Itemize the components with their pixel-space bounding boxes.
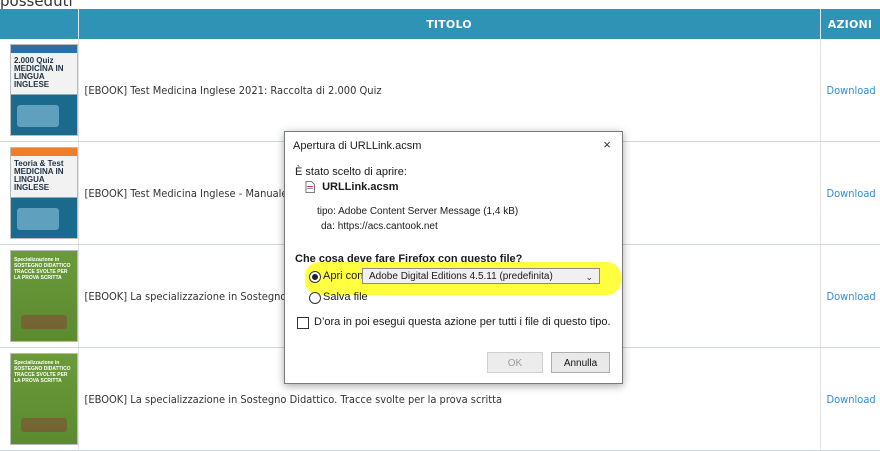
file-type-row: tipo: Adobe Content Server Message (1,4 … (317, 206, 518, 217)
cover-artwork (17, 105, 59, 127)
file-source-label: da: (321, 221, 335, 232)
cover-caption: Specializzazione in SOSTEGNO DIDATTICO T… (14, 257, 71, 281)
cancel-button[interactable]: Annulla (551, 352, 610, 373)
chevron-down-icon: ⌄ (585, 272, 593, 282)
table-row: 2.000 Quiz MEDICINA IN LINGUA INGLESE [E… (0, 39, 880, 142)
cover-band (11, 45, 77, 53)
book-cover-image: 2.000 Quiz MEDICINA IN LINGUA INGLESE (10, 44, 78, 136)
save-file-radio[interactable] (309, 292, 321, 304)
file-type-label: tipo: (317, 206, 336, 217)
dialog-title: Apertura di URLLink.acsm (293, 140, 422, 152)
open-file-dialog: Apertura di URLLink.acsm × È stato scelt… (284, 131, 623, 384)
cover-artwork (17, 208, 59, 230)
column-header-actions: AZIONI (820, 9, 880, 39)
file-row: URLLink.acsm (305, 181, 398, 193)
open-with-label[interactable]: Apri con (323, 270, 363, 282)
cover-caption: Teoria & Test MEDICINA IN LINGUA INGLESE (14, 159, 64, 192)
file-type-value: Adobe Content Server Message (1,4 kB) (338, 206, 519, 217)
book-title: [EBOOK] Test Medicina Inglese 2021: Racc… (78, 39, 821, 142)
cover-artwork (21, 418, 67, 432)
cover-artwork (21, 315, 67, 329)
cover-band (11, 148, 77, 156)
table-header-row: TITOLO AZIONI (0, 9, 880, 39)
file-name: URLLink.acsm (322, 181, 399, 194)
download-link[interactable]: Download (820, 347, 880, 451)
column-header-title: TITOLO (78, 9, 821, 39)
book-cover-image: Specializzazione in SOSTEGNO DIDATTICO T… (10, 250, 78, 342)
cover-cell: Specializzazione in SOSTEGNO DIDATTICO T… (0, 244, 79, 348)
application-select-value: Adobe Digital Editions 4.5.11 (predefini… (369, 271, 553, 282)
document-icon (305, 181, 315, 193)
book-cover-image: Specializzazione in SOSTEGNO DIDATTICO T… (10, 353, 78, 445)
save-file-label[interactable]: Salva file (323, 291, 368, 303)
cover-cell: Teoria & Test MEDICINA IN LINGUA INGLESE (0, 141, 79, 245)
download-link[interactable]: Download (820, 141, 880, 245)
download-link[interactable]: Download (820, 244, 880, 348)
dialog-titlebar[interactable]: Apertura di URLLink.acsm × (285, 132, 622, 158)
cover-caption: 2.000 Quiz MEDICINA IN LINGUA INGLESE (14, 56, 64, 89)
cover-cell: 2.000 Quiz MEDICINA IN LINGUA INGLESE (0, 39, 79, 142)
cover-caption: Specializzazione in SOSTEGNO DIDATTICO T… (14, 360, 71, 384)
open-with-radio[interactable] (309, 271, 321, 283)
book-cover-image: Teoria & Test MEDICINA IN LINGUA INGLESE (10, 147, 78, 239)
chosen-to-open-label: È stato scelto di aprire: (295, 166, 407, 178)
page-heading-fragment: posseduti (0, 0, 73, 10)
file-source-row: da: https://acs.cantook.net (317, 221, 438, 232)
remember-action-checkbox[interactable] (297, 317, 309, 329)
download-link[interactable]: Download (820, 39, 880, 142)
remember-action-label[interactable]: D’ora in poi esegui questa azione per tu… (314, 316, 611, 328)
file-source-value: https://acs.cantook.net (337, 221, 438, 232)
close-icon[interactable]: × (598, 137, 616, 153)
application-select[interactable]: Adobe Digital Editions 4.5.11 (predefini… (362, 268, 600, 284)
column-header-cover (0, 9, 79, 39)
ok-button[interactable]: OK (487, 352, 543, 373)
cover-cell: Specializzazione in SOSTEGNO DIDATTICO T… (0, 347, 79, 451)
